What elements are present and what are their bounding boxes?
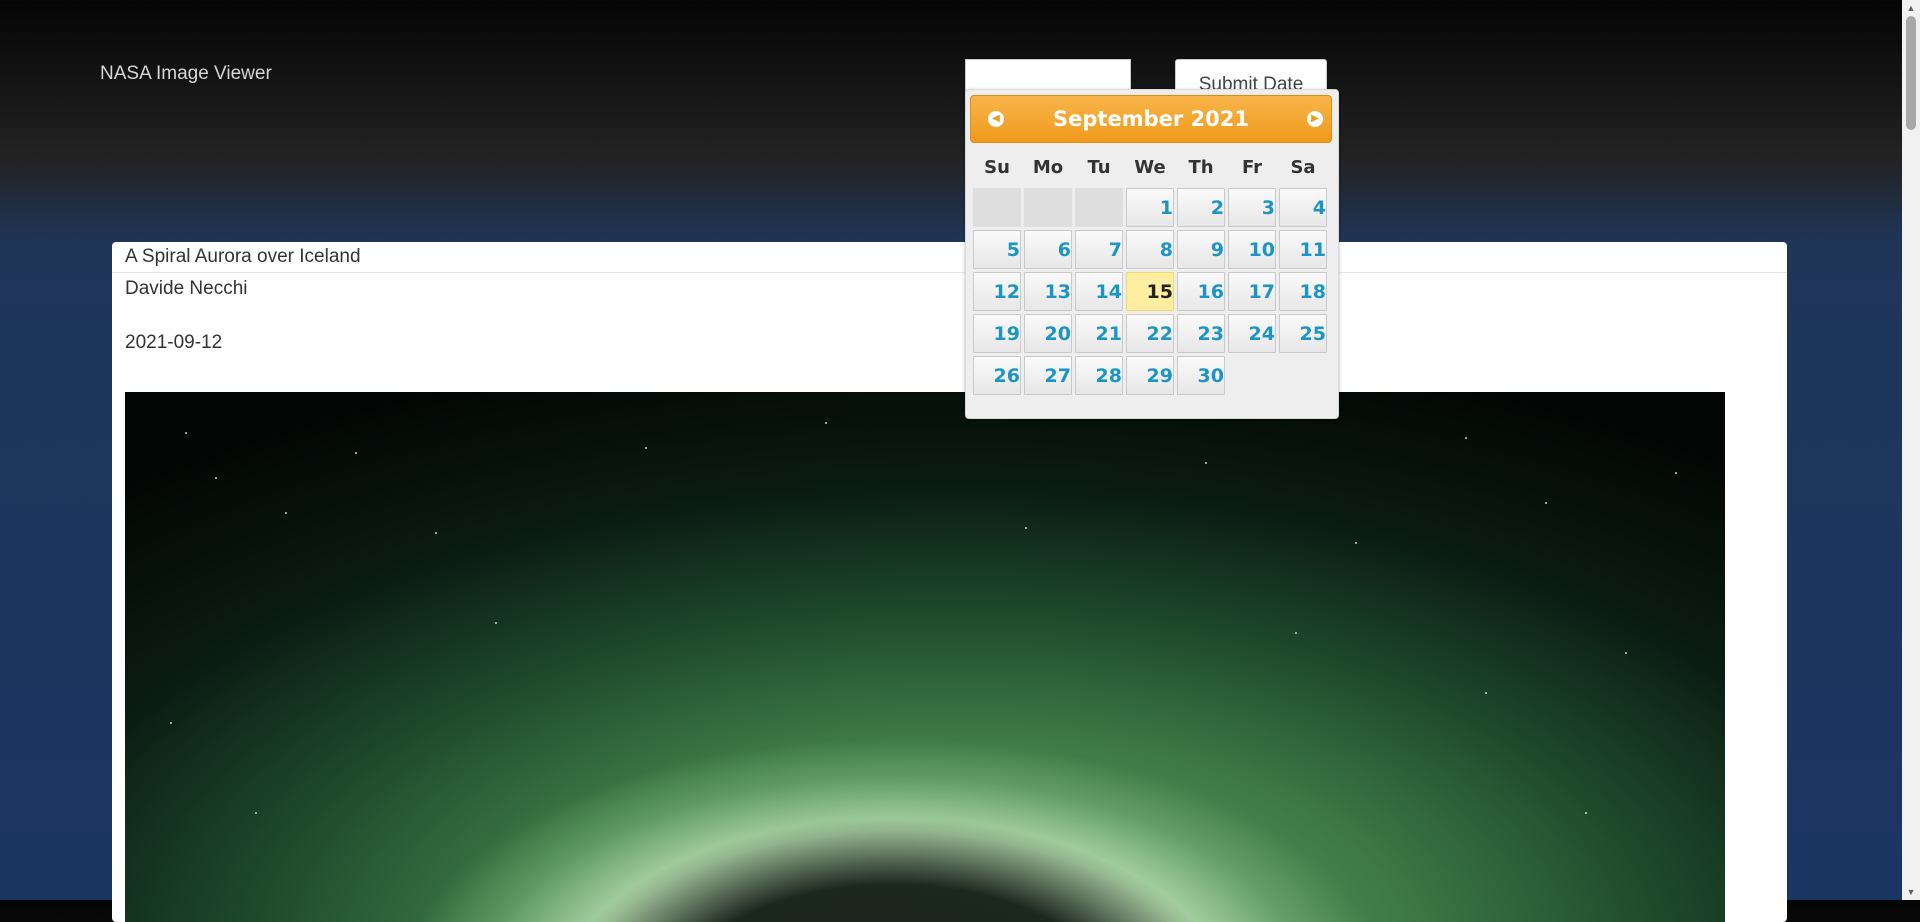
calendar-day[interactable]: 29 bbox=[1126, 356, 1174, 395]
empty-cell bbox=[1228, 356, 1276, 395]
star bbox=[1465, 437, 1467, 439]
empty-cell bbox=[1279, 356, 1327, 395]
apod-card-body: Davide Necchi 2021-09-12 bbox=[112, 277, 1787, 355]
star bbox=[1585, 812, 1587, 814]
calendar-week: 5 6 7 8 9 10 11 bbox=[973, 230, 1327, 269]
star bbox=[255, 812, 257, 814]
weekday-label: We bbox=[1134, 156, 1166, 178]
calendar-day[interactable]: 8 bbox=[1126, 230, 1174, 269]
scrollbar-thumb[interactable] bbox=[1906, 16, 1916, 130]
image-stars bbox=[125, 392, 1725, 922]
star bbox=[215, 477, 217, 479]
calendar-day[interactable]: 28 bbox=[1075, 356, 1123, 395]
star bbox=[1295, 632, 1297, 634]
calendar-day-today[interactable]: 15 bbox=[1126, 272, 1174, 311]
star bbox=[825, 422, 827, 424]
calendar-day[interactable]: 22 bbox=[1126, 314, 1174, 353]
calendar-day[interactable]: 10 bbox=[1228, 230, 1276, 269]
weekday-label: Th bbox=[1188, 156, 1214, 178]
calendar-day[interactable]: 27 bbox=[1024, 356, 1072, 395]
calendar-day[interactable]: 6 bbox=[1024, 230, 1072, 269]
calendar-day[interactable]: 12 bbox=[973, 272, 1021, 311]
weekday-label: Su bbox=[984, 156, 1010, 178]
star bbox=[185, 432, 187, 434]
calendar-day[interactable]: 5 bbox=[973, 230, 1021, 269]
calendar-grid: Su Mo Tu We Th Fr Sa 1 2 3 4 5 6 7 8 9 1… bbox=[970, 146, 1330, 398]
apod-title: A Spiral Aurora over Iceland bbox=[112, 242, 1787, 273]
empty-cell bbox=[1075, 188, 1123, 227]
calendar-day[interactable]: 24 bbox=[1228, 314, 1276, 353]
apod-card: A Spiral Aurora over Iceland Davide Necc… bbox=[112, 242, 1787, 922]
calendar-day[interactable]: 9 bbox=[1177, 230, 1225, 269]
weekday-label: Sa bbox=[1290, 156, 1316, 178]
apod-date: 2021-09-12 bbox=[125, 332, 223, 353]
calendar-day[interactable]: 21 bbox=[1075, 314, 1123, 353]
star bbox=[1675, 472, 1677, 474]
star bbox=[170, 722, 172, 724]
calendar-day[interactable]: 3 bbox=[1228, 188, 1276, 227]
calendar-day[interactable]: 16 bbox=[1177, 272, 1225, 311]
datepicker-header: ◀ September 2021 ▶ bbox=[970, 95, 1332, 143]
empty-cell bbox=[973, 188, 1021, 227]
calendar-day[interactable]: 20 bbox=[1024, 314, 1072, 353]
calendar-day[interactable]: 14 bbox=[1075, 272, 1123, 311]
star bbox=[1545, 502, 1547, 504]
calendar-day[interactable]: 13 bbox=[1024, 272, 1072, 311]
datepicker-title: September 2021 bbox=[1053, 107, 1249, 131]
date-input[interactable] bbox=[965, 59, 1131, 93]
scroll-up-icon[interactable]: ▲ bbox=[1902, 0, 1920, 16]
weekday-header-row: Su Mo Tu We Th Fr Sa bbox=[973, 149, 1327, 185]
scroll-down-icon[interactable]: ▼ bbox=[1902, 884, 1920, 900]
apod-image bbox=[125, 392, 1725, 922]
star bbox=[435, 532, 437, 534]
star bbox=[1205, 462, 1207, 464]
star bbox=[1025, 527, 1027, 529]
weekday-label: Tu bbox=[1087, 156, 1111, 178]
calendar-day[interactable]: 7 bbox=[1075, 230, 1123, 269]
weekday-label: Fr bbox=[1241, 156, 1263, 178]
star bbox=[495, 622, 497, 624]
calendar-day[interactable]: 30 bbox=[1177, 356, 1225, 395]
calendar-week: 12 13 14 15 16 17 18 bbox=[973, 272, 1327, 311]
weekday-label: Mo bbox=[1032, 156, 1064, 178]
calendar-week: 1 2 3 4 bbox=[973, 188, 1327, 227]
page-scrollbar[interactable]: ▲ ▼ bbox=[1902, 0, 1920, 900]
calendar-day[interactable]: 2 bbox=[1177, 188, 1225, 227]
calendar-day[interactable]: 18 bbox=[1279, 272, 1327, 311]
empty-cell bbox=[1024, 188, 1072, 227]
calendar-week: 26 27 28 29 30 bbox=[973, 356, 1327, 395]
apod-author: Davide Necchi bbox=[125, 278, 248, 299]
star bbox=[1355, 542, 1357, 544]
calendar-day[interactable]: 1 bbox=[1126, 188, 1174, 227]
calendar-day[interactable]: 11 bbox=[1279, 230, 1327, 269]
star bbox=[355, 452, 357, 454]
calendar-day[interactable]: 25 bbox=[1279, 314, 1327, 353]
app-brand[interactable]: NASA Image Viewer bbox=[100, 63, 272, 85]
calendar-day[interactable]: 26 bbox=[973, 356, 1021, 395]
star bbox=[1485, 692, 1487, 694]
star bbox=[285, 512, 287, 514]
calendar-day[interactable]: 17 bbox=[1228, 272, 1276, 311]
star bbox=[645, 447, 647, 449]
next-month-icon[interactable]: ▶ bbox=[1307, 111, 1323, 127]
calendar-day[interactable]: 23 bbox=[1177, 314, 1225, 353]
datepicker-popup: ◀ September 2021 ▶ Su Mo Tu We Th Fr Sa … bbox=[965, 89, 1339, 419]
calendar-week: 19 20 21 22 23 24 25 bbox=[973, 314, 1327, 353]
star bbox=[1625, 652, 1627, 654]
calendar-day[interactable]: 4 bbox=[1279, 188, 1327, 227]
calendar-day[interactable]: 19 bbox=[973, 314, 1021, 353]
